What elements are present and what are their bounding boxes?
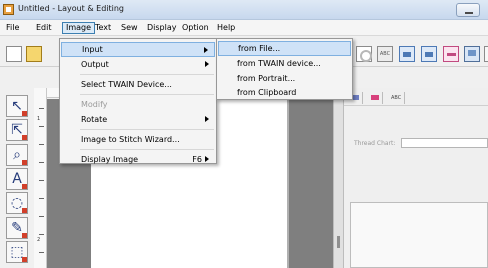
submenu-item-label: from Portrait...: [237, 74, 296, 83]
submenu-arrow-icon: [205, 61, 209, 67]
menu-item-label: Rotate: [81, 115, 108, 124]
window-title: Untitled - Layout & Editing: [18, 4, 124, 13]
image-menu-dropdown: Input Output Select TWAIN Device... Modi…: [59, 38, 217, 164]
sewing-tool-icon[interactable]: ⬚: [6, 241, 28, 263]
menu-item-label: Image to Stitch Wizard...: [81, 135, 180, 144]
menu-text[interactable]: Text: [92, 22, 114, 34]
menu-display[interactable]: Display: [144, 22, 180, 34]
menu-item-label: Input: [82, 45, 103, 54]
settings-icon[interactable]: [356, 46, 372, 62]
shape-tool-icon[interactable]: ◌: [6, 192, 28, 214]
vertical-ruler: 1 2: [34, 88, 47, 268]
tab-abc[interactable]: ABC: [388, 92, 406, 104]
menu-item-modify: Modify: [61, 97, 215, 112]
submenu-item-from-clipboard[interactable]: from Clipboard: [218, 85, 351, 100]
ruler-tick: [39, 198, 44, 199]
minimize-button[interactable]: [456, 3, 480, 17]
menu-item-label: Output: [81, 60, 109, 69]
menu-item-select-twain[interactable]: Select TWAIN Device...: [61, 77, 215, 92]
submenu-item-label: from Clipboard: [237, 88, 297, 97]
ruler-tick: [39, 180, 44, 181]
menu-image[interactable]: Image: [62, 22, 96, 34]
submenu-item-label: from TWAIN device...: [237, 59, 321, 68]
menu-separator: [80, 129, 214, 130]
menu-separator: [80, 74, 214, 75]
menu-edit[interactable]: Edit: [33, 22, 55, 34]
layout-icon[interactable]: [421, 46, 437, 62]
submenu-item-from-file[interactable]: from File...: [218, 41, 351, 56]
color-swatch-icon: [371, 95, 379, 100]
monitor-icon[interactable]: [464, 46, 480, 62]
text-tool-icon[interactable]: A: [6, 168, 28, 190]
new-document-icon[interactable]: [6, 46, 22, 62]
ruler-number: 2: [37, 237, 41, 243]
menu-bar: File Edit Image Text Sew Display Option …: [0, 20, 488, 36]
ruler-tick: [39, 144, 44, 145]
picture-icon[interactable]: [399, 46, 415, 62]
input-submenu: from File... from TWAIN device... from P…: [216, 38, 353, 100]
menu-item-label: Select TWAIN Device...: [81, 80, 172, 89]
ruler-tick: [39, 126, 44, 127]
splitter-handle-icon[interactable]: [337, 236, 340, 248]
ruler-tick: [39, 162, 44, 163]
title-bar: Untitled - Layout & Editing: [0, 0, 488, 20]
tool-box: ↖ ⇱ ⌕ A ◌ ✎ ⬚: [0, 88, 33, 268]
submenu-arrow-icon: [204, 47, 208, 53]
thread-chart-field[interactable]: [401, 138, 488, 148]
abc-font-icon[interactable]: ABC: [377, 46, 393, 62]
manual-punch-icon[interactable]: ✎: [6, 217, 28, 239]
menu-item-input[interactable]: Input: [61, 42, 215, 57]
menu-help[interactable]: Help: [214, 22, 238, 34]
app-icon: [3, 4, 14, 15]
menu-item-rotate[interactable]: Rotate: [61, 112, 215, 127]
ruler-tick: [39, 252, 44, 253]
menu-option[interactable]: Option: [179, 22, 212, 34]
thread-chart-label: Thread Chart:: [354, 140, 396, 147]
panel-tab-strip: ABC: [344, 88, 488, 106]
select-arrow-icon[interactable]: ↖: [6, 95, 28, 117]
tab-color-palette[interactable]: [368, 92, 383, 104]
ruler-tick: [39, 216, 44, 217]
stitch-simulator-icon[interactable]: [484, 46, 488, 62]
stitch-color-icon[interactable]: [443, 46, 459, 62]
menu-item-stitch-wizard[interactable]: Image to Stitch Wizard...: [61, 132, 215, 147]
ruler-number: 1: [37, 116, 41, 122]
submenu-item-from-portrait[interactable]: from Portrait...: [218, 71, 351, 86]
ruler-tick: [39, 108, 44, 109]
right-panel: ABC Thread Chart:: [344, 88, 488, 268]
menu-item-label: Modify: [81, 100, 108, 109]
shortcut-label: F6: [192, 155, 202, 164]
submenu-arrow-icon: [205, 156, 209, 162]
menu-sew[interactable]: Sew: [118, 22, 141, 34]
ruler-tick: [39, 234, 44, 235]
menu-item-display-image[interactable]: Display Image F6: [61, 152, 215, 167]
zoom-icon[interactable]: ⌕: [6, 144, 28, 166]
menu-file[interactable]: File: [3, 22, 22, 34]
thread-list-box[interactable]: [350, 202, 488, 268]
submenu-arrow-icon: [205, 116, 209, 122]
menu-separator: [80, 94, 214, 95]
menu-item-output[interactable]: Output: [61, 57, 215, 72]
canvas-border: [287, 99, 289, 268]
submenu-item-label: from File...: [238, 44, 281, 53]
menu-item-label: Display Image: [81, 155, 139, 164]
submenu-item-from-twain[interactable]: from TWAIN device...: [218, 56, 351, 71]
point-edit-icon[interactable]: ⇱: [6, 119, 28, 141]
open-folder-icon[interactable]: [26, 46, 42, 62]
menu-separator: [80, 149, 214, 150]
